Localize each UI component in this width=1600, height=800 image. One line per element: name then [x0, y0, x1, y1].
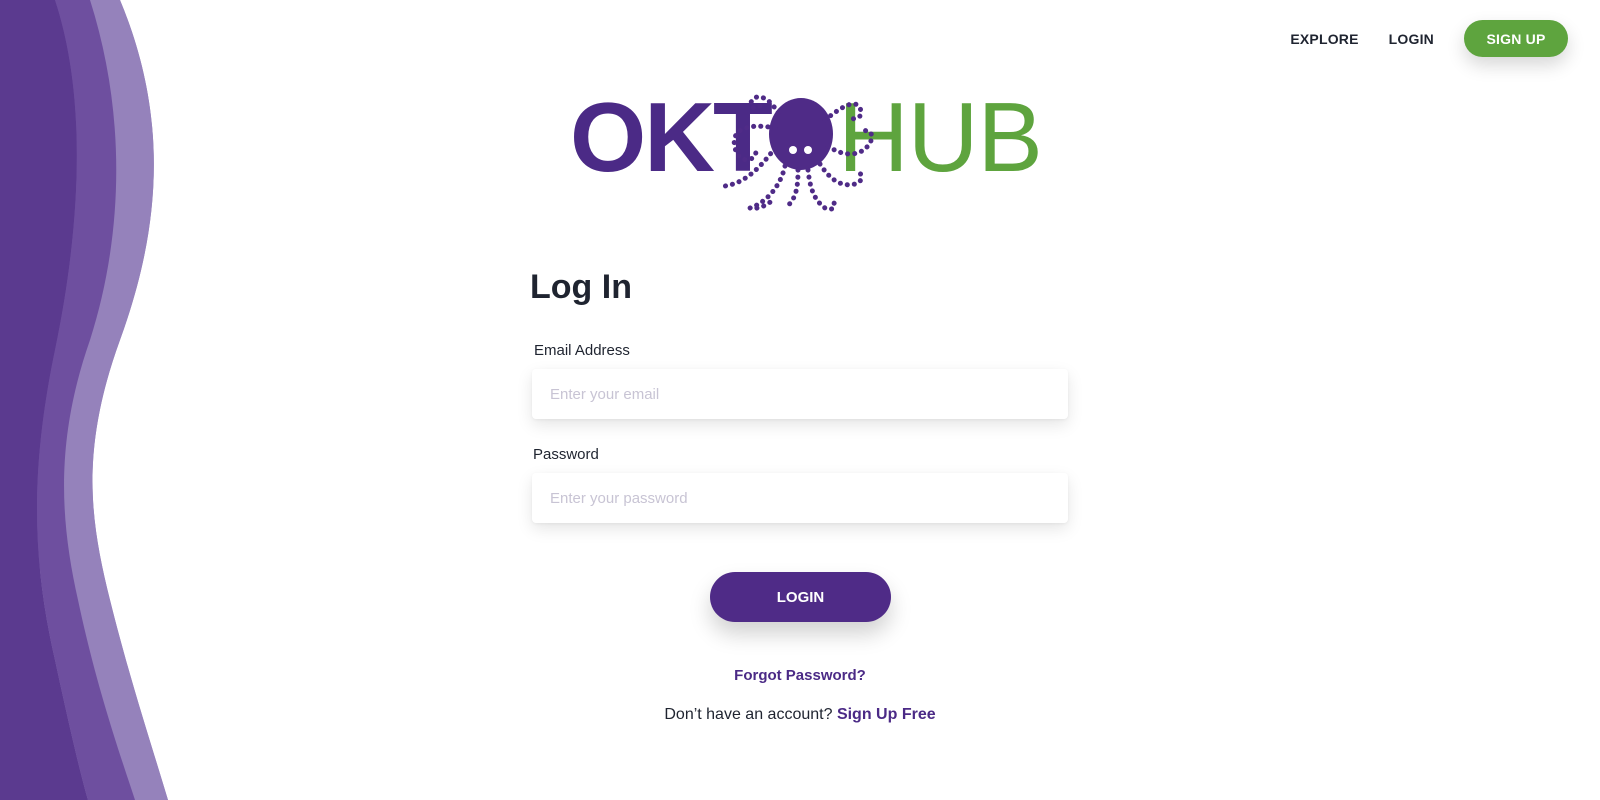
oktohub-logo: OKT HUB	[570, 88, 1043, 218]
page-title: Log In	[530, 268, 632, 306]
signup-prompt: Don’t have an account? Sign Up Free	[0, 706, 1600, 724]
top-nav: EXPLORE LOGIN SIGN UP	[1290, 20, 1568, 57]
nav-login-link[interactable]: LOGIN	[1389, 31, 1434, 47]
forgot-password-link[interactable]: Forgot Password?	[0, 667, 1600, 684]
email-input[interactable]	[532, 369, 1068, 419]
password-input[interactable]	[532, 473, 1068, 523]
octopus-icon	[722, 94, 875, 212]
nav-signup-button[interactable]: SIGN UP	[1464, 20, 1568, 57]
signup-free-link[interactable]: Sign Up Free	[837, 706, 936, 723]
password-label: Password	[533, 446, 599, 463]
login-button[interactable]: LOGIN	[710, 572, 891, 622]
email-label: Email Address	[534, 342, 630, 359]
nav-explore-link[interactable]: EXPLORE	[1290, 31, 1358, 47]
no-account-text: Don’t have an account?	[664, 706, 833, 723]
